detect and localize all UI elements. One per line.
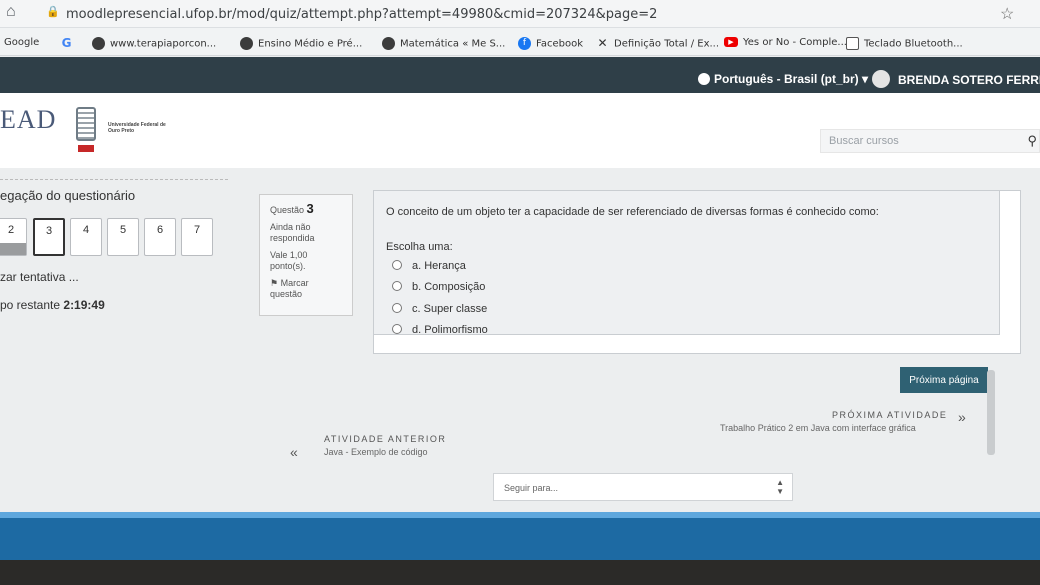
flag-question-link[interactable]: ⚑ Marcar questão xyxy=(270,278,342,300)
question-nav-6[interactable]: 6 xyxy=(144,218,176,256)
radio-button[interactable] xyxy=(392,260,402,270)
search-courses[interactable]: Buscar cursos ⚲ xyxy=(820,129,1040,153)
bookmark-definicao[interactable]: ✕ Definição Total / Ex... xyxy=(596,37,719,50)
search-input[interactable]: Buscar cursos xyxy=(829,135,899,147)
question-nav-2[interactable]: 2 xyxy=(0,218,27,256)
next-activity-label: PRÓXIMA ATIVIDADE xyxy=(832,410,948,420)
quiz-navigation-title: egação do questionário xyxy=(0,188,136,203)
university-name: Universidade Federal de Ouro Preto xyxy=(108,122,166,134)
bookmark-ensino-medio[interactable]: Ensino Médio e Pré... xyxy=(240,37,362,50)
bookmark-matematica[interactable]: Matemática « Me S... xyxy=(382,37,505,50)
radio-button[interactable] xyxy=(392,303,402,313)
question-status: Ainda não respondida xyxy=(270,222,315,243)
url-field[interactable]: moodlepresencial.ufop.br/mod/quiz/attemp… xyxy=(66,7,657,22)
bookmark-youtube[interactable]: ▶ Yes or No - Comple... xyxy=(724,37,847,48)
bookmarks-bar: Google G www.terapiaporcon... Ensino Méd… xyxy=(0,28,1040,56)
bookmark-star-icon[interactable]: ☆ xyxy=(1000,4,1014,24)
browser-address-bar: ⌂ 🔒 moodlepresencial.ufop.br/mod/quiz/at… xyxy=(0,0,1040,28)
bookmark-teclado[interactable]: Teclado Bluetooth... xyxy=(846,37,963,50)
bookmark-terapia[interactable]: www.terapiaporcon... xyxy=(92,37,216,50)
flag-icon: ⚑ xyxy=(270,278,281,288)
bookmark-facebook[interactable]: f Facebook xyxy=(518,37,583,50)
option-a[interactable]: a. Herança xyxy=(392,260,466,272)
divider xyxy=(0,179,228,180)
previous-arrow-icon[interactable]: « xyxy=(290,444,298,460)
next-page-button[interactable]: Próxima página xyxy=(900,367,988,393)
question-nav-4[interactable]: 4 xyxy=(70,218,102,256)
bookmark-g[interactable]: G xyxy=(60,37,78,50)
page-scrollbar[interactable] xyxy=(987,370,995,455)
option-c[interactable]: c. Super classe xyxy=(392,303,487,315)
youtube-icon: ▶ xyxy=(724,37,738,47)
option-d[interactable]: d. Polimorfismo xyxy=(392,324,488,336)
radio-button[interactable] xyxy=(392,324,402,334)
globe-icon xyxy=(698,73,710,85)
radio-button[interactable] xyxy=(392,281,402,291)
moodle-navbar: Português - Brasil (pt_br) ▾ BRENDA SOTE… xyxy=(0,57,1040,93)
question-info-box: Questão 3 Ainda não respondida Vale 1,00… xyxy=(259,194,353,316)
select-caret-icon: ▲ ▼ xyxy=(776,478,784,496)
user-menu[interactable]: BRENDA SOTERO FERREIRA xyxy=(872,70,1040,88)
choose-one-prompt: Escolha uma: xyxy=(386,241,453,253)
question-formulation: O conceito de um objeto ter a capacidade… xyxy=(374,191,1000,336)
previous-activity-link[interactable]: Java - Exemplo de código xyxy=(324,447,428,457)
monitor-bezel xyxy=(0,560,1040,585)
screen: ⌂ 🔒 moodlepresencial.ufop.br/mod/quiz/at… xyxy=(0,0,1040,572)
jump-to-select[interactable]: Seguir para... ▲ ▼ xyxy=(493,473,793,501)
x-icon: ✕ xyxy=(597,36,608,50)
language-menu[interactable]: Português - Brasil (pt_br) ▾ xyxy=(698,72,868,86)
next-activity-link[interactable]: Trabalho Prático 2 em Java com interface… xyxy=(720,423,916,433)
option-b[interactable]: b. Composição xyxy=(392,281,485,293)
time-remaining: po restante 2:19:49 xyxy=(0,298,105,312)
question-nav-7[interactable]: 7 xyxy=(181,218,213,256)
jump-to-label: Seguir para... xyxy=(504,483,559,493)
globe-icon xyxy=(382,37,395,50)
avatar xyxy=(872,70,890,88)
doc-icon xyxy=(846,37,859,50)
finish-attempt-link[interactable]: zar tentativa ... xyxy=(0,270,79,284)
lock-icon: 🔒 xyxy=(46,6,60,18)
previous-activity-label: ATIVIDADE ANTERIOR xyxy=(324,434,447,444)
question-nav-3[interactable]: 3 xyxy=(33,218,65,256)
question-points: Vale 1,00 ponto(s). xyxy=(270,250,308,271)
search-icon[interactable]: ⚲ xyxy=(1027,133,1037,149)
question-content: O conceito de um objeto ter a capacidade… xyxy=(373,190,1021,354)
google-g-icon: G xyxy=(61,36,72,50)
facebook-icon: f xyxy=(518,37,531,50)
question-text: O conceito de um objeto ter a capacidade… xyxy=(386,206,879,218)
ead-logo[interactable]: EAD xyxy=(0,105,56,135)
ufop-seal-icon xyxy=(76,107,96,155)
next-arrow-icon[interactable]: » xyxy=(958,409,966,425)
page-header: EAD Universidade Federal de Ouro Preto B… xyxy=(0,93,1040,168)
question-nav-5[interactable]: 5 xyxy=(107,218,139,256)
globe-icon xyxy=(92,37,105,50)
question-number: Questão 3 xyxy=(270,201,314,216)
bookmark-google[interactable]: Google xyxy=(4,37,39,48)
globe-icon xyxy=(240,37,253,50)
home-icon[interactable]: ⌂ xyxy=(6,3,16,21)
